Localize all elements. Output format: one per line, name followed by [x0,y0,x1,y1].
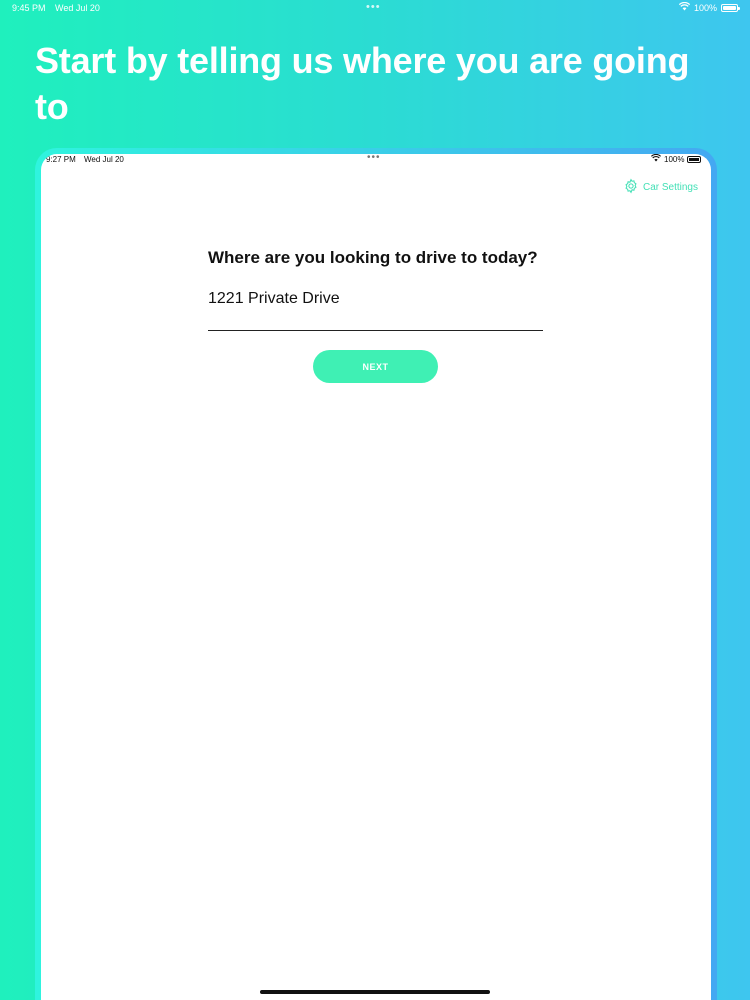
inner-status-date: Wed Jul 20 [84,155,124,164]
inner-status-bar: 9:27 PM Wed Jul 20 ••• 100% [41,154,711,168]
outer-status-bar: 9:45 PM Wed Jul 20 ••• 100% [0,0,750,18]
inner-multitasking-dots-icon: ••• [367,154,381,163]
battery-icon [721,4,740,12]
gear-icon [623,178,643,197]
device-screen: 9:27 PM Wed Jul 20 ••• 100% Car Settings… [41,154,711,1000]
car-settings-button[interactable]: Car Settings [623,178,698,197]
inner-battery-percent: 100% [664,155,685,164]
wifi-icon [678,1,691,14]
device-frame: 9:27 PM Wed Jul 20 ••• 100% Car Settings… [35,148,717,1000]
headline: Start by telling us where you are going … [35,40,690,127]
destination-input[interactable] [208,287,543,331]
car-settings-label: Car Settings [642,182,698,193]
status-date: Wed Jul 20 [55,3,100,13]
inner-status-time: 9:27 PM [46,155,76,164]
battery-percent: 100% [694,3,718,13]
inner-battery-icon [687,156,701,163]
destination-question: Where are you looking to drive to today? [208,248,538,267]
status-time: 9:45 PM [12,3,46,13]
home-indicator[interactable] [260,990,490,994]
multitasking-dots-icon[interactable]: ••• [366,1,381,13]
next-button[interactable]: NEXT [313,350,438,383]
inner-wifi-icon [650,154,662,164]
